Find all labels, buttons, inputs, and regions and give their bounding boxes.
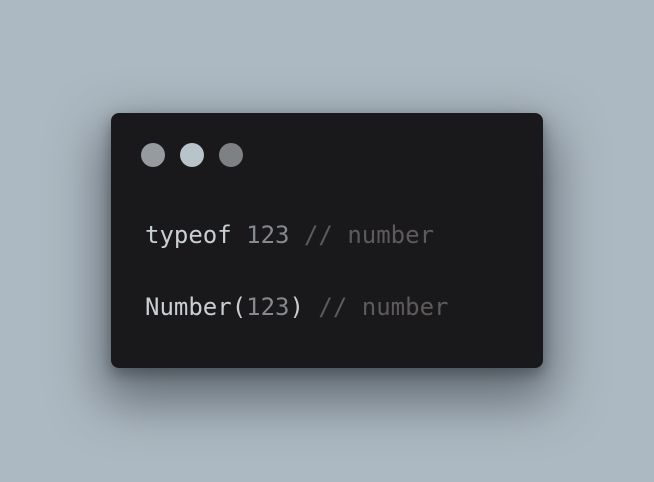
window-control-dot-3 xyxy=(219,143,243,167)
code-paren: ) xyxy=(289,293,304,321)
code-number: 123 xyxy=(246,221,290,249)
code-comment: // number xyxy=(303,221,435,249)
code-keyword: typeof xyxy=(145,221,232,249)
code-function: Number( xyxy=(145,293,247,321)
code-window: typeof 123 // number Number(123) // numb… xyxy=(111,113,543,368)
code-line-2: Number(123) // number xyxy=(145,293,448,321)
code-line-1: typeof 123 // number xyxy=(145,221,434,249)
code-comment: // number xyxy=(318,293,449,321)
window-control-dot-2 xyxy=(180,143,204,167)
code-number: 123 xyxy=(246,293,290,321)
window-controls xyxy=(141,143,243,167)
window-control-dot-1 xyxy=(141,143,165,167)
